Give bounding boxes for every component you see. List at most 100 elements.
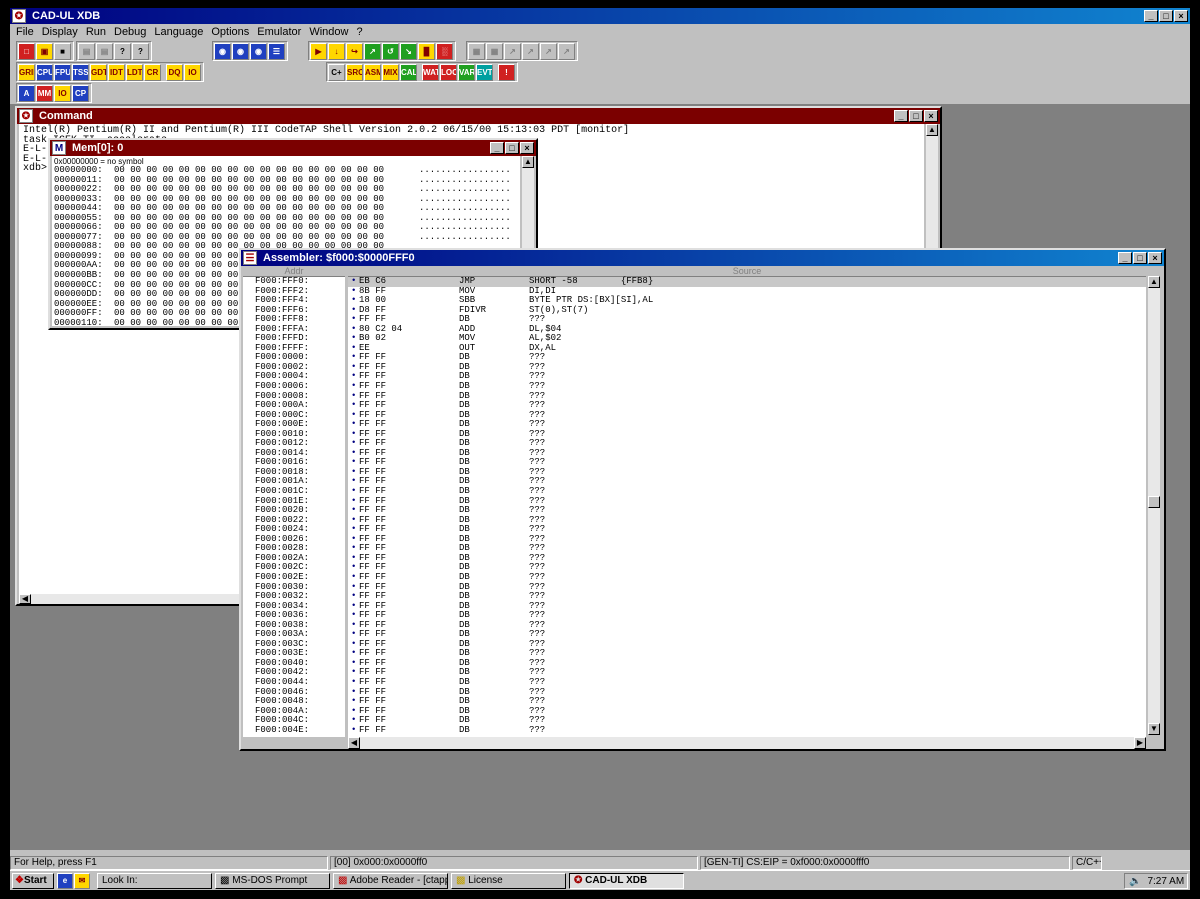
- alert-icon[interactable]: !: [498, 64, 515, 81]
- save-icon[interactable]: ■: [54, 43, 71, 60]
- task-license-label: License: [468, 875, 503, 886]
- stack-icon[interactable]: █: [418, 43, 435, 60]
- menu-file[interactable]: File: [12, 26, 38, 38]
- memory-icon[interactable]: MM: [36, 85, 53, 102]
- cpu-icon[interactable]: CPU: [36, 64, 53, 81]
- trace-icon[interactable]: ░: [436, 43, 453, 60]
- assembler-maximize-button[interactable]: □: [1133, 252, 1147, 264]
- xdb-app-icon[interactable]: ✪: [12, 9, 26, 23]
- start-button[interactable]: ❖Start: [12, 873, 54, 889]
- gdt-icon[interactable]: GDT: [90, 64, 107, 81]
- print-icon[interactable]: ▤: [96, 43, 113, 60]
- assembler-scroll-right-icon[interactable]: ▶: [1134, 737, 1146, 749]
- menu-options[interactable]: Options: [207, 26, 253, 38]
- io-icon[interactable]: IO: [184, 64, 201, 81]
- context-help-icon[interactable]: ?: [132, 43, 149, 60]
- mixed-view-icon[interactable]: MIX: [382, 64, 399, 81]
- menu-run[interactable]: Run: [82, 26, 110, 38]
- menu-language[interactable]: Language: [150, 26, 207, 38]
- tss-icon[interactable]: TSS: [72, 64, 89, 81]
- locals-view-icon[interactable]: LOC: [440, 64, 457, 81]
- task-adobe-reader[interactable]: ▩ Adobe Reader - [ctapp.pdf]: [333, 873, 448, 889]
- cr-icon[interactable]: CR: [144, 64, 161, 81]
- command-icon[interactable]: CP: [72, 85, 89, 102]
- disabled-c-icon[interactable]: ↗: [504, 43, 521, 60]
- open-icon[interactable]: ▣: [36, 43, 53, 60]
- menu-emulator[interactable]: Emulator: [253, 26, 305, 38]
- c-plus-icon[interactable]: C+: [328, 64, 345, 81]
- command-close-button[interactable]: ×: [924, 110, 938, 122]
- fpu-icon[interactable]: FPU: [54, 64, 71, 81]
- outlook-icon[interactable]: ✉: [74, 873, 90, 889]
- disabled-f-icon[interactable]: ↗: [558, 43, 575, 60]
- ldt-icon[interactable]: LDT: [126, 64, 143, 81]
- command-minimize-button[interactable]: _: [894, 110, 908, 122]
- go-icon[interactable]: ▶: [310, 43, 327, 60]
- folder-icon: ▩: [456, 875, 469, 886]
- assembler-scroll-up-icon[interactable]: ▲: [1148, 276, 1160, 288]
- step-icon[interactable]: ↓: [328, 43, 345, 60]
- memory-maximize-button[interactable]: □: [505, 142, 519, 154]
- events-view-icon[interactable]: EVT: [476, 64, 493, 81]
- memory-minimize-button[interactable]: _: [490, 142, 504, 154]
- command-maximize-button[interactable]: □: [909, 110, 923, 122]
- asm-address[interactable]: F000:004E:: [255, 725, 345, 736]
- assembler-vscrollbar[interactable]: ▲ ▼: [1148, 276, 1160, 735]
- volume-icon[interactable]: 🔈: [1129, 876, 1141, 887]
- assembler-scroll-thumb[interactable]: [1148, 496, 1160, 508]
- list-icon[interactable]: ☰: [268, 43, 285, 60]
- memory-close-button[interactable]: ×: [520, 142, 534, 154]
- disabled-a-icon[interactable]: ▦: [468, 43, 485, 60]
- assembler-minimize-button[interactable]: _: [1118, 252, 1132, 264]
- call-view-icon[interactable]: CALL: [400, 64, 417, 81]
- task-look-in[interactable]: Look In:: [97, 873, 212, 889]
- assembler-icon[interactable]: A: [18, 85, 35, 102]
- search-next-icon[interactable]: ◉: [232, 43, 249, 60]
- status-help: For Help, press F1: [10, 856, 328, 870]
- disabled-d-icon[interactable]: ↗: [522, 43, 539, 60]
- assembler-hscrollbar[interactable]: ◀ ▶: [348, 737, 1146, 749]
- source-view-icon[interactable]: SRC: [346, 64, 363, 81]
- breakpoint-dot-icon[interactable]: •: [348, 725, 359, 736]
- break-icon[interactable]: ↗: [364, 43, 381, 60]
- source-pane[interactable]: Source • EB C6 JMP SHORT -58 {FFB8} • 8B FF MO…: [348, 266, 1146, 737]
- menu-help[interactable]: ?: [352, 26, 366, 38]
- new-icon[interactable]: □: [18, 43, 35, 60]
- idt-icon[interactable]: IDT: [108, 64, 125, 81]
- reset-icon[interactable]: ↺: [382, 43, 399, 60]
- menu-display[interactable]: Display: [38, 26, 82, 38]
- io-port-icon[interactable]: IO: [54, 85, 71, 102]
- assembler-close-button[interactable]: ×: [1148, 252, 1162, 264]
- command-scroll-left-icon[interactable]: ◀: [19, 594, 31, 604]
- disabled-e-icon[interactable]: ↗: [540, 43, 557, 60]
- asm-view-icon[interactable]: ASM: [364, 64, 381, 81]
- address-pane[interactable]: Addr F000:FFF0: F000:FFF2: F000:FFF4: F000:…: [243, 266, 345, 737]
- assembler-scroll-down-icon[interactable]: ▼: [1148, 723, 1160, 735]
- search-prev-icon[interactable]: ◉: [250, 43, 267, 60]
- restore-button[interactable]: □: [1159, 10, 1173, 22]
- close-button[interactable]: ×: [1174, 10, 1188, 22]
- task-ms-dos-prompt[interactable]: ▩ MS-DOS Prompt: [215, 873, 330, 889]
- search-icon[interactable]: ◉: [214, 43, 231, 60]
- copy-icon[interactable]: ▤: [78, 43, 95, 60]
- help-icon[interactable]: ?: [114, 43, 131, 60]
- asm-line[interactable]: • FF FF DB???: [348, 725, 1146, 736]
- toolbar-registers-group: GRID CPU FPU TSS GDT IDT LDT CR DQ IO: [16, 62, 204, 82]
- minimize-button[interactable]: _: [1144, 10, 1158, 22]
- stepover-icon[interactable]: ↪: [346, 43, 363, 60]
- menu-debug[interactable]: Debug: [110, 26, 150, 38]
- command-scroll-up-icon[interactable]: ▲: [926, 124, 938, 136]
- variables-view-icon[interactable]: VAR: [458, 64, 475, 81]
- command-titlebar: ✪ Command _ □ ×: [17, 108, 940, 124]
- grid-icon[interactable]: GRID: [18, 64, 35, 81]
- dq-icon[interactable]: DQ: [166, 64, 183, 81]
- watch-view-icon[interactable]: WAT: [422, 64, 439, 81]
- task-license[interactable]: ▩ License: [451, 873, 566, 889]
- task-cad-ul-xdb[interactable]: ✪ CAD-UL XDB: [569, 873, 684, 889]
- ie-icon[interactable]: e: [57, 873, 73, 889]
- menu-window[interactable]: Window: [305, 26, 352, 38]
- watch-icon[interactable]: ↘: [400, 43, 417, 60]
- assembler-scroll-left-icon[interactable]: ◀: [348, 737, 360, 749]
- disabled-b-icon[interactable]: ▦: [486, 43, 503, 60]
- memory-scroll-up-icon[interactable]: ▲: [522, 156, 534, 168]
